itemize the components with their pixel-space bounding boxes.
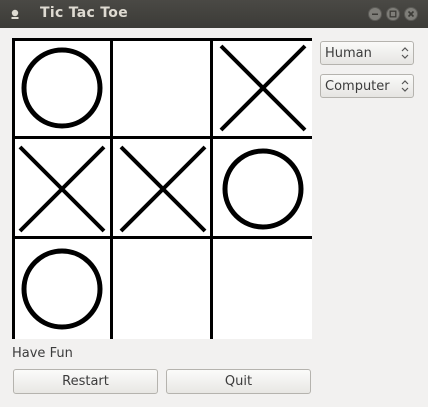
- board-cell-1-3[interactable]: [213, 38, 313, 138]
- board-border-left: [12, 38, 15, 339]
- board-cell-3-2[interactable]: [113, 239, 213, 339]
- game-board: [12, 38, 312, 339]
- restart-button[interactable]: Restart: [13, 369, 158, 394]
- o-mark-icon: [222, 148, 304, 230]
- x-mark-icon: [119, 145, 207, 233]
- minimize-button[interactable]: [368, 7, 382, 21]
- status-label: Have Fun: [12, 346, 73, 361]
- x-mark-icon: [18, 145, 106, 233]
- board-border-top: [12, 38, 312, 41]
- app-window: Tic Tac Toe Human Computer Have Fun Rest…: [0, 0, 428, 407]
- player2-select[interactable]: Computer: [320, 74, 414, 98]
- board-cell-2-1[interactable]: [12, 139, 112, 239]
- board-cell-2-2[interactable]: [113, 139, 213, 239]
- grid-line-vertical-2: [210, 38, 213, 339]
- board-cell-1-2[interactable]: [113, 38, 213, 138]
- close-icon: [407, 10, 415, 18]
- grid-line-vertical-1: [110, 38, 113, 339]
- maximize-icon: [389, 10, 397, 18]
- quit-button[interactable]: Quit: [166, 369, 311, 394]
- close-button[interactable]: [404, 7, 418, 21]
- o-mark-icon: [21, 47, 103, 129]
- board-cell-1-1[interactable]: [12, 38, 112, 138]
- x-mark-icon: [219, 44, 307, 132]
- board-cell-3-3[interactable]: [213, 239, 313, 339]
- o-mark-icon: [21, 248, 103, 330]
- grid-line-horizontal-2: [12, 236, 312, 239]
- title-bar: Tic Tac Toe: [0, 0, 428, 28]
- minimize-icon: [372, 13, 378, 15]
- grid-line-horizontal-1: [12, 136, 312, 139]
- app-icon: [11, 9, 19, 19]
- board-cell-3-1[interactable]: [12, 239, 112, 339]
- board-cell-2-3[interactable]: [213, 139, 313, 239]
- window-title: Tic Tac Toe: [40, 5, 128, 21]
- player1-select[interactable]: Human: [320, 41, 414, 65]
- maximize-button[interactable]: [386, 7, 400, 21]
